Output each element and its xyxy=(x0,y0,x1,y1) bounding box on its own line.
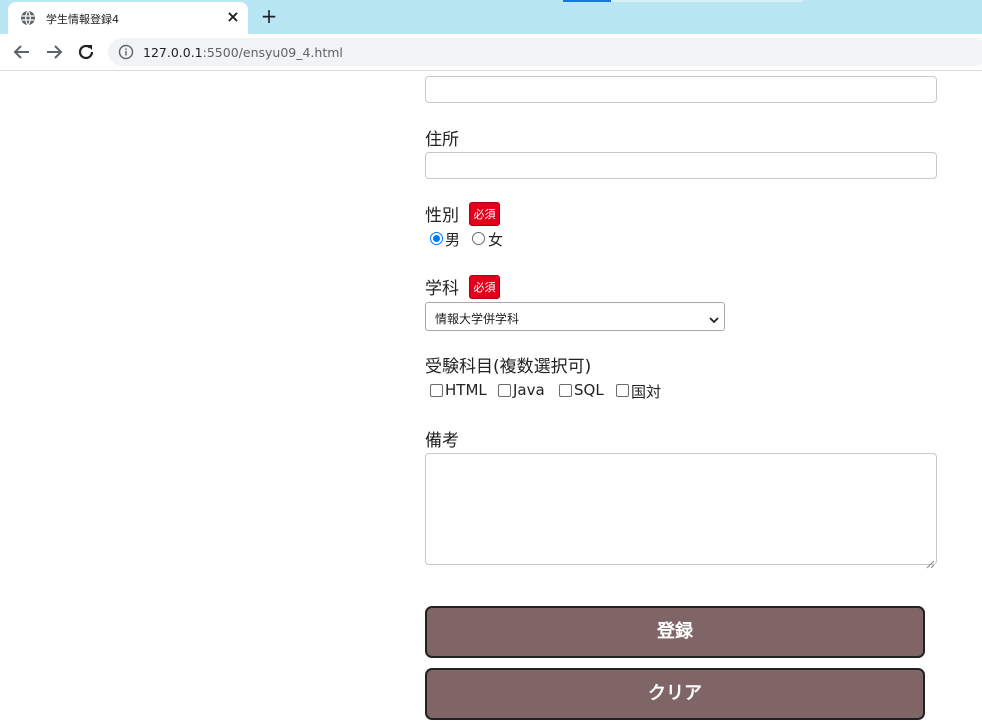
globe-icon xyxy=(20,10,36,26)
address-input[interactable] xyxy=(425,152,937,179)
address-bar[interactable]: 127.0.0.1:5500/ensyu09_4.html xyxy=(108,38,982,66)
subject-checkbox-java[interactable] xyxy=(498,384,511,397)
url-host: 127.0.0.1 xyxy=(143,45,203,60)
url-text: 127.0.0.1:5500/ensyu09_4.html xyxy=(143,45,343,60)
close-tab-icon[interactable]: × xyxy=(224,8,242,26)
tab-title: 学生情報登録4 xyxy=(46,13,119,26)
browser-tab-active[interactable]: 学生情報登録4 × xyxy=(8,2,248,34)
gender-option-female-label[interactable]: 女 xyxy=(488,229,503,250)
address-label: 住所 xyxy=(425,130,459,150)
resize-grip-icon[interactable] xyxy=(926,554,935,569)
subject-checkbox-html[interactable] xyxy=(430,384,443,397)
subjects-label: 受験科目(複数選択可) xyxy=(425,357,592,377)
new-tab-button[interactable]: + xyxy=(258,5,280,27)
subject-checkbox-kokutai[interactable] xyxy=(616,384,629,397)
gender-label: 性別 xyxy=(425,206,459,226)
department-selected-value: 情報大学併学科 xyxy=(435,312,520,326)
reload-icon[interactable] xyxy=(75,41,97,63)
gender-radio-female[interactable] xyxy=(472,232,485,245)
tabstrip-accent-secondary xyxy=(611,0,803,2)
department-label: 学科 xyxy=(425,279,459,299)
gender-option-male-label[interactable]: 男 xyxy=(445,229,460,250)
register-button[interactable]: 登録 xyxy=(425,606,925,658)
department-required-badge: 必須 xyxy=(469,275,500,299)
tab-strip: 学生情報登録4 × + xyxy=(0,0,982,34)
remarks-textarea[interactable] xyxy=(425,453,937,569)
back-arrow-icon[interactable] xyxy=(11,41,33,63)
remarks-label: 備考 xyxy=(425,431,459,451)
url-path: :5500/ensyu09_4.html xyxy=(202,45,343,60)
gender-radio-male[interactable] xyxy=(430,232,443,245)
subject-checkbox-sql[interactable] xyxy=(559,384,572,397)
department-select[interactable]: 情報大学併学科 xyxy=(425,302,725,331)
tabstrip-accent xyxy=(563,0,611,2)
subject-option-java[interactable]: Java xyxy=(513,381,545,399)
subject-option-kokutai[interactable]: 国対 xyxy=(631,381,661,402)
clear-button[interactable]: クリア xyxy=(425,668,925,720)
forward-arrow-icon[interactable] xyxy=(43,41,65,63)
info-icon[interactable] xyxy=(118,44,134,60)
top-text-input[interactable] xyxy=(425,76,937,103)
subject-option-sql[interactable]: SQL xyxy=(574,381,604,399)
chevron-down-icon xyxy=(708,311,720,324)
subject-option-html[interactable]: HTML xyxy=(445,381,487,399)
gender-required-badge: 必須 xyxy=(469,202,500,226)
browser-toolbar: 127.0.0.1:5500/ensyu09_4.html xyxy=(0,34,982,71)
